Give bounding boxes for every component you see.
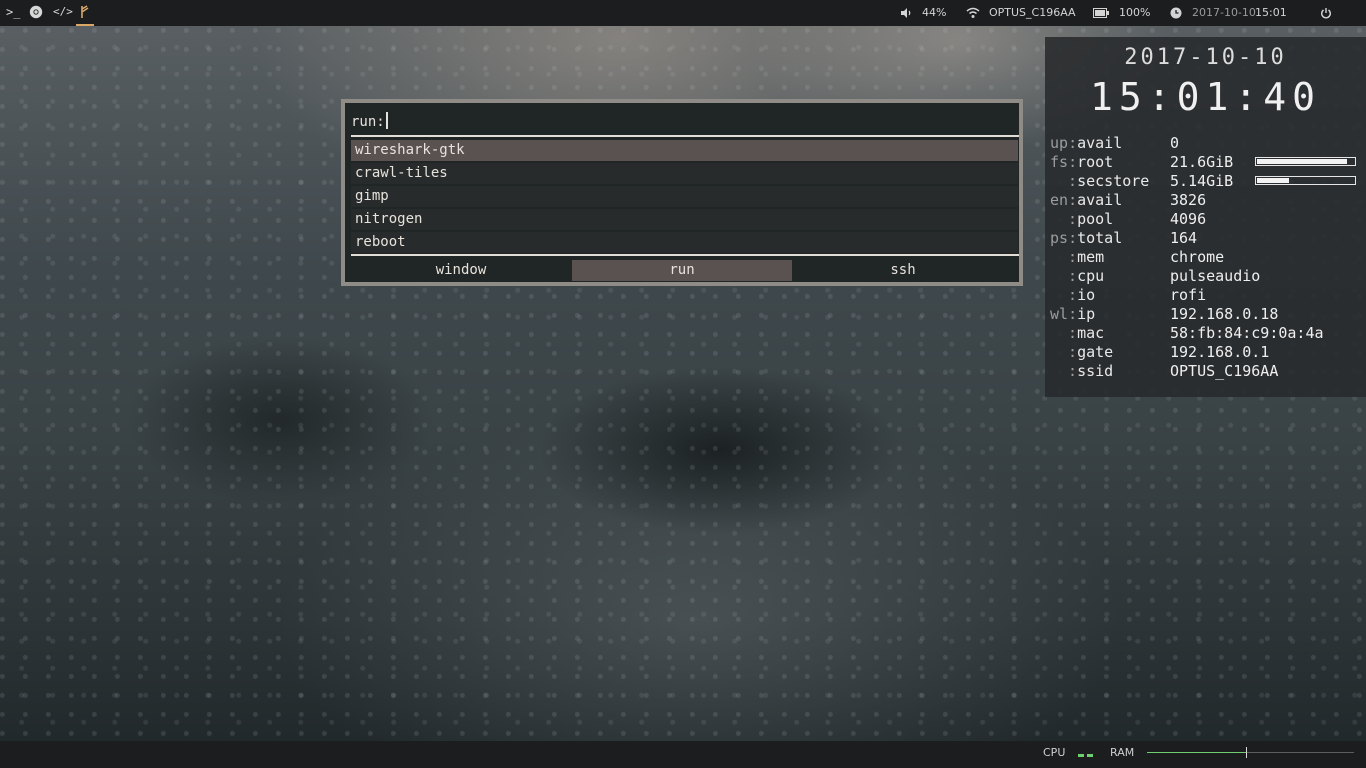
row-key: root [1077,153,1114,171]
row-key: mac [1077,324,1105,342]
mode-tab-ssh[interactable]: ssh [793,260,1013,281]
row-key: avail [1077,191,1123,209]
row-value: 4096 [1170,210,1207,228]
row-key: ssid [1077,362,1114,380]
rofi-item-label: wireshark-gtk [355,142,465,158]
row-value: 21.6GiB [1170,153,1234,171]
rofi-list-item[interactable]: crawl-tiles [351,163,1018,184]
ram-label: RAM [1110,746,1135,759]
conky-date: 2017-10-10 [1124,45,1287,70]
top-panel: >_ </> 44% OPTUS_C196AA 100% 2017-10-10 … [0,0,1366,26]
conky-row: :secstore 5.14GiB [1050,172,1360,191]
row-value: 192.168.0.18 [1170,305,1279,323]
conky-row: :mem chrome [1050,248,1225,266]
bottom-panel: CPU RAM [0,741,1366,768]
topbar-time: 15:01 [1255,6,1287,19]
volume-icon[interactable] [900,0,912,26]
rofi-list-item[interactable]: gimp [351,186,1018,207]
rofi-prompt-row[interactable]: run: [351,112,388,132]
conky-row: :ssid OPTUS_C196AA [1050,362,1279,380]
secstore-usage-bar [1255,176,1356,185]
mode-tab-run[interactable]: run [572,260,792,281]
conky-row: :mac 58:fb:84:c9:0a:4a [1050,324,1324,342]
row-key: ip [1077,305,1096,323]
rofi-separator-bottom [351,254,1019,256]
row-value: 3826 [1170,191,1207,209]
ram-fill [1147,752,1246,753]
row-value: OPTUS_C196AA [1170,362,1279,380]
battery-level: 100% [1119,6,1151,19]
row-prefix: fs [1050,153,1069,171]
row-prefix: up [1050,134,1069,152]
ram-marker [1246,747,1247,758]
conky-clock: 15:01:40 [1089,75,1322,119]
row-prefix: wl [1050,305,1069,323]
git-branch-icon[interactable] [76,0,94,26]
terminal-icon[interactable]: >_ [6,0,20,26]
bar-fill [1257,178,1289,183]
row-value: 5.14GiB [1170,172,1234,190]
rofi-item-label: reboot [355,234,406,250]
conky-row: ps:total 164 [1050,229,1198,247]
rofi-item-label: gimp [355,188,389,204]
wifi-ssid: OPTUS_C196AA [989,6,1076,19]
bar-fill [1257,159,1347,164]
rofi-separator-top [351,135,1019,137]
chrome-icon[interactable] [29,0,43,26]
row-value: 0 [1170,134,1180,152]
volume-level: 44% [922,6,947,19]
power-icon[interactable] [1320,0,1332,26]
cpu-graph-bar [1087,754,1093,757]
cpu-graph-bar [1078,754,1084,757]
clock-icon[interactable] [1170,0,1182,26]
row-value: 192.168.0.1 [1170,343,1270,361]
row-prefix: en [1050,191,1069,209]
conky-system-monitor: 2017-10-10 15:01:40 up:avail 0 fs:root 2… [1045,37,1366,397]
cpu-label: CPU [1043,746,1066,759]
conky-row: up:avail 0 [1050,134,1180,152]
row-key: total [1077,229,1123,247]
row-value: pulseaudio [1170,267,1261,285]
rofi-launcher-frame: run: wireshark-gtk crawl-tiles gimp nitr… [341,99,1023,286]
conky-row: en:avail 3826 [1050,191,1207,209]
row-key: cpu [1077,267,1105,285]
wifi-icon[interactable] [966,0,980,26]
row-prefix: ps [1050,229,1069,247]
rofi-launcher: run: wireshark-gtk crawl-tiles gimp nitr… [345,103,1019,282]
conky-row: fs:root 21.6GiB [1050,153,1360,172]
rofi-list-item[interactable]: wireshark-gtk [351,140,1018,161]
rofi-prompt-label: run: [351,114,385,130]
battery-icon[interactable] [1093,0,1109,26]
conky-row: :pool 4096 [1050,210,1207,228]
ram-track [1147,747,1354,758]
root-usage-bar [1255,157,1356,166]
row-value: 164 [1170,229,1198,247]
row-key: secstore [1077,172,1150,190]
rofi-item-label: nitrogen [355,211,423,227]
rofi-list-item[interactable]: nitrogen [351,209,1018,230]
rofi-list-item[interactable]: reboot [351,232,1018,253]
row-key: mem [1077,248,1105,266]
rofi-item-label: crawl-tiles [355,165,448,181]
code-icon[interactable]: </> [53,0,73,26]
row-key: avail [1077,134,1123,152]
conky-row: :cpu pulseaudio [1050,267,1261,285]
conky-row: :io rofi [1050,286,1207,304]
text-cursor [385,112,388,129]
row-key: gate [1077,343,1114,361]
conky-row: :gate 192.168.0.1 [1050,343,1270,361]
conky-row: wl:ip 192.168.0.18 [1050,305,1279,323]
row-key: io [1077,286,1096,304]
row-value: chrome [1170,248,1225,266]
row-key: pool [1077,210,1114,228]
mode-tab-window[interactable]: window [351,260,571,281]
row-value: 58:fb:84:c9:0a:4a [1170,324,1324,342]
topbar-date: 2017-10-10 [1192,6,1256,19]
row-value: rofi [1170,286,1207,304]
